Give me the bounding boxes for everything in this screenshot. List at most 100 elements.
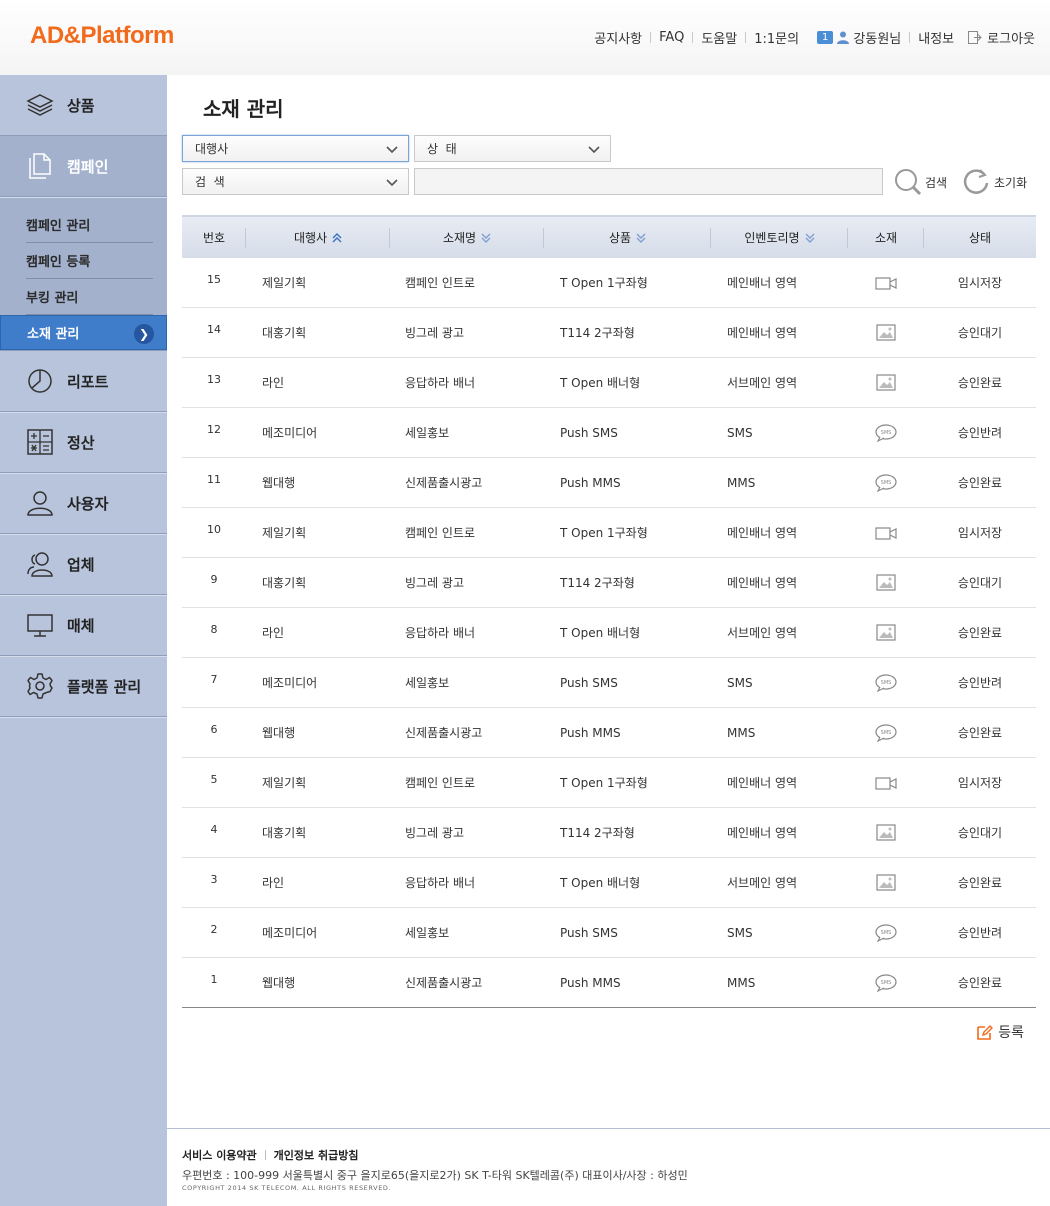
menu-report[interactable]: 리포트 — [0, 351, 167, 412]
menu-product[interactable]: 상품 — [0, 75, 167, 136]
image-icon[interactable] — [875, 373, 897, 392]
sms-icon[interactable]: SMS — [875, 723, 897, 742]
cell-creative-name[interactable]: 세일홍보 — [390, 408, 544, 457]
agency-select[interactable]: 대행사 — [182, 135, 409, 162]
cell-status: 승인대기 — [957, 326, 1003, 340]
menu-user[interactable]: 사용자 — [0, 473, 167, 534]
table-row[interactable]: 13 라인 응답하라 배너 T Open 배너형 서브메인 영역 승인완료 — [182, 358, 1036, 408]
cell-creative-name[interactable]: 신제품출시광고 — [390, 458, 544, 507]
logo[interactable]: AD&Platform — [30, 22, 174, 50]
help-link[interactable]: 도움말 — [701, 28, 737, 47]
cell-no: 14 — [207, 323, 221, 336]
submenu-campaign-register[interactable]: 캠페인 등록 — [26, 243, 153, 279]
sms-icon[interactable]: SMS — [875, 473, 897, 492]
video-icon[interactable] — [875, 774, 897, 792]
table-row[interactable]: 1 웹대행 신제품출시광고 Push MMS MMS SMS 승인완료 — [182, 958, 1036, 1008]
cell-creative-name[interactable]: 세일홍보 — [390, 908, 544, 957]
submenu-booking-manage[interactable]: 부킹 관리 — [26, 279, 153, 315]
cell-creative-name[interactable]: 캠페인 인트로 — [390, 258, 544, 307]
table-row[interactable]: 9 대홍기획 빙그레 광고 T114 2구좌형 메인배너 영역 승인대기 — [182, 558, 1036, 608]
submenu-creative-manage[interactable]: 소재 관리 ❯ — [0, 315, 167, 350]
cell-product: T Open 배너형 — [560, 376, 641, 390]
divider — [264, 1150, 266, 1160]
reset-button[interactable]: 초기화 — [962, 167, 1027, 197]
search-type-select[interactable]: 검 색 — [182, 168, 409, 195]
svg-text:SMS: SMS — [881, 430, 892, 436]
page-title: 소재 관리 — [203, 97, 284, 121]
user-name[interactable]: 강동원님 — [853, 28, 901, 47]
cell-agency: 대홍기획 — [262, 576, 307, 590]
video-icon[interactable] — [875, 274, 897, 292]
notification-badge[interactable]: 1 — [817, 31, 834, 44]
header-media: 소재 — [848, 217, 924, 258]
cell-creative-name[interactable]: 응답하라 배너 — [390, 858, 544, 907]
table-row[interactable]: 5 제일기획 캠페인 인트로 T Open 1구좌형 메인배너 영역 임시저장 — [182, 758, 1036, 808]
terms-link[interactable]: 서비스 이용약관 — [182, 1147, 257, 1163]
table-row[interactable]: 4 대홍기획 빙그레 광고 T114 2구좌형 메인배너 영역 승인대기 — [182, 808, 1036, 858]
logout-link[interactable]: 로그아웃 — [987, 28, 1035, 47]
table-row[interactable]: 7 메조미디어 세일홍보 Push SMS SMS SMS 승인반려 — [182, 658, 1036, 708]
cell-inventory: MMS — [727, 725, 756, 740]
header-inventory[interactable]: 인벤토리명 — [711, 217, 848, 258]
submenu-campaign-manage[interactable]: 캠페인 관리 — [26, 207, 153, 243]
menu-campaign[interactable]: 캠페인 — [0, 136, 167, 197]
cell-creative-name[interactable]: 신제품출시광고 — [390, 958, 544, 1007]
image-icon[interactable] — [875, 623, 897, 642]
table-row[interactable]: 14 대홍기획 빙그레 광고 T114 2구좌형 메인배너 영역 승인대기 — [182, 308, 1036, 358]
search-input[interactable] — [414, 168, 883, 195]
cell-inventory: 메인배너 영역 — [727, 526, 798, 540]
chevron-right-icon: ❯ — [134, 324, 154, 344]
privacy-link[interactable]: 개인정보 취급방침 — [274, 1147, 359, 1163]
sms-icon[interactable]: SMS — [875, 423, 897, 442]
cell-inventory: 서브메인 영역 — [727, 876, 798, 890]
sms-icon[interactable]: SMS — [875, 673, 897, 692]
table-row[interactable]: 12 메조미디어 세일홍보 Push SMS SMS SMS 승인반려 — [182, 408, 1036, 458]
status-select-value: 상 태 — [427, 142, 457, 156]
header-name[interactable]: 소재명 — [390, 217, 544, 258]
menu-platform[interactable]: 플랫폼 관리 — [0, 656, 167, 717]
sms-icon[interactable]: SMS — [875, 923, 897, 942]
cell-creative-name[interactable]: 응답하라 배너 — [390, 608, 544, 657]
cell-no: 12 — [207, 423, 221, 436]
menu-settlement[interactable]: 정산 — [0, 412, 167, 473]
table-row[interactable]: 8 라인 응답하라 배너 T Open 배너형 서브메인 영역 승인완료 — [182, 608, 1036, 658]
cell-product: Push MMS — [560, 725, 621, 740]
image-icon[interactable] — [875, 323, 897, 342]
image-icon[interactable] — [875, 873, 897, 892]
cell-creative-name[interactable]: 캠페인 인트로 — [390, 758, 544, 807]
table-row[interactable]: 3 라인 응답하라 배너 T Open 배너형 서브메인 영역 승인완료 — [182, 858, 1036, 908]
inquiry-link[interactable]: 1:1문의 — [754, 28, 799, 47]
table-row[interactable]: 2 메조미디어 세일홍보 Push SMS SMS SMS 승인반려 — [182, 908, 1036, 958]
image-icon[interactable] — [875, 823, 897, 842]
sms-icon[interactable]: SMS — [875, 973, 897, 992]
table-row[interactable]: 15 제일기획 캠페인 인트로 T Open 1구좌형 메인배너 영역 임시저장 — [182, 258, 1036, 308]
status-select[interactable]: 상 태 — [414, 135, 611, 162]
cell-creative-name[interactable]: 응답하라 배너 — [390, 358, 544, 407]
cell-status: 승인완료 — [957, 376, 1003, 390]
faq-link[interactable]: FAQ — [659, 30, 684, 45]
cell-agency: 웹대행 — [262, 976, 296, 990]
table-row[interactable]: 10 제일기획 캠페인 인트로 T Open 1구좌형 메인배너 영역 임시저장 — [182, 508, 1036, 558]
menu-company[interactable]: 업체 — [0, 534, 167, 595]
cell-creative-name[interactable]: 캠페인 인트로 — [390, 508, 544, 557]
myinfo-link[interactable]: 내정보 — [918, 28, 954, 47]
table-row[interactable]: 6 웹대행 신제품출시광고 Push MMS MMS SMS 승인완료 — [182, 708, 1036, 758]
pie-chart-icon — [28, 369, 52, 393]
cell-creative-name[interactable]: 빙그레 광고 — [390, 558, 544, 607]
cell-creative-name[interactable]: 빙그레 광고 — [390, 308, 544, 357]
cell-status: 임시저장 — [957, 526, 1003, 540]
image-icon[interactable] — [875, 573, 897, 592]
search-button[interactable]: 검색 — [893, 167, 947, 197]
header-product[interactable]: 상품 — [544, 217, 711, 258]
menu-media[interactable]: 매체 — [0, 595, 167, 656]
cell-creative-name[interactable]: 빙그레 광고 — [390, 808, 544, 857]
table-row[interactable]: 11 웹대행 신제품출시광고 Push MMS MMS SMS 승인완료 — [182, 458, 1036, 508]
register-button[interactable]: 등록 — [977, 1022, 1024, 1042]
cell-agency: 라인 — [262, 876, 285, 890]
header-agency[interactable]: 대행사 — [246, 217, 390, 258]
video-icon[interactable] — [875, 524, 897, 542]
cell-creative-name[interactable]: 세일홍보 — [390, 658, 544, 707]
notice-link[interactable]: 공지사항 — [594, 28, 642, 47]
svg-text:SMS: SMS — [881, 480, 892, 486]
cell-creative-name[interactable]: 신제품출시광고 — [390, 708, 544, 757]
